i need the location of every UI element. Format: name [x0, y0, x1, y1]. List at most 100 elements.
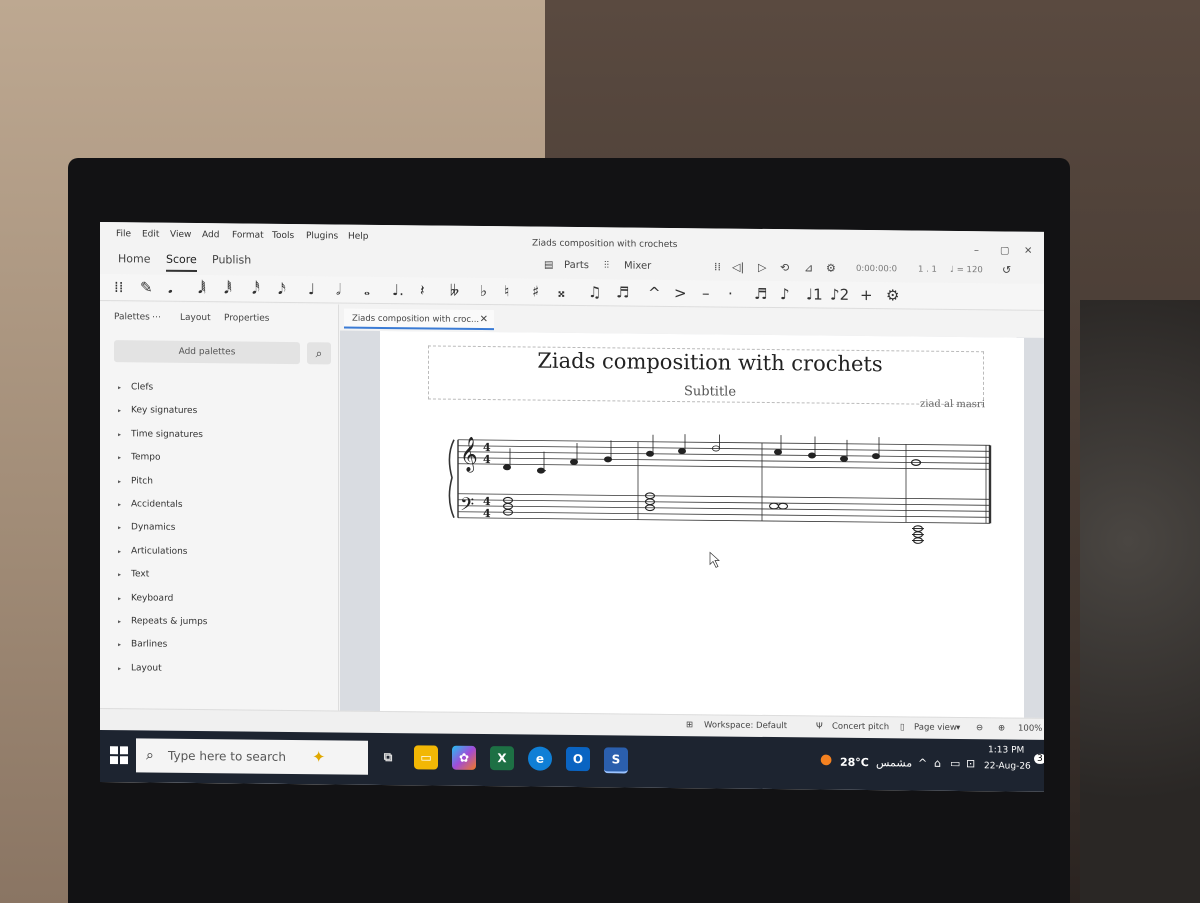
clock-date[interactable]: 22-Aug-26 — [984, 761, 1031, 771]
note-whole-icon[interactable]: 𝅝 — [364, 280, 370, 300]
tab-layout[interactable]: Layout — [180, 313, 211, 323]
double-sharp-icon[interactable]: 𝄪 — [558, 282, 565, 302]
musescore-icon[interactable]: S — [604, 747, 628, 774]
dot-icon[interactable]: ♩. — [392, 280, 404, 300]
add-icon[interactable]: + — [860, 285, 873, 305]
display-icon[interactable]: ⊡ — [966, 757, 975, 770]
note-quarter-icon[interactable]: ♩ — [308, 279, 315, 299]
parts-button[interactable]: Parts — [564, 260, 589, 271]
sharp-icon[interactable]: ♯ — [532, 282, 539, 302]
tuplet-icon[interactable]: ♬ — [754, 284, 767, 304]
menu-plugins[interactable]: Plugins — [306, 231, 338, 241]
menu-edit[interactable]: Edit — [142, 229, 159, 239]
play-icon[interactable]: ▷ — [758, 261, 766, 274]
score-composer[interactable]: ziad al masri — [920, 399, 985, 411]
flip-icon[interactable]: ♪ — [780, 284, 790, 304]
note-16th-icon[interactable]: 𝅘𝅥𝅰 — [252, 279, 260, 299]
double-flat-icon[interactable]: 𝄫 — [450, 281, 459, 301]
zoom-in-icon[interactable]: ⊕ — [998, 723, 1005, 733]
workspace-selector[interactable]: Workspace: Default — [704, 720, 787, 731]
staccato-icon[interactable]: · — [728, 284, 733, 304]
tenuto-icon[interactable]: – — [702, 283, 710, 303]
outlook-icon[interactable]: O — [566, 746, 590, 772]
windows-start-icon[interactable] — [110, 746, 128, 765]
toolbar-settings-icon[interactable]: ⚙ — [886, 285, 899, 305]
menu-add[interactable]: Add — [202, 230, 219, 240]
palette-item[interactable]: ▸ Pitch — [118, 476, 153, 486]
undo-icon[interactable]: ↺ — [1002, 263, 1011, 276]
task-view-icon[interactable]: ⧉ — [376, 745, 400, 769]
add-palettes-button[interactable]: Add palettes — [114, 340, 300, 365]
flat-icon[interactable]: ♭ — [480, 281, 487, 301]
metronome-icon[interactable]: ⊿ — [804, 261, 813, 274]
taskbar-search[interactable]: ⌕ Type here to search ✦ — [136, 738, 368, 775]
score-tab[interactable]: Ziads composition with croc... ✕ — [344, 308, 494, 331]
close-button[interactable]: ✕ — [1024, 246, 1032, 257]
menu-file[interactable]: File — [116, 229, 131, 239]
network-icon[interactable]: ⌂ — [934, 757, 941, 770]
notifications-badge[interactable]: 3 — [1034, 753, 1044, 764]
file-explorer-icon[interactable]: ▭ — [414, 745, 438, 770]
weather-label[interactable]: مشمس — [876, 756, 912, 769]
accent-icon[interactable]: > — [674, 283, 687, 303]
palette-item[interactable]: ▸ Keyboard — [118, 593, 173, 603]
clock-time[interactable]: 1:13 PM — [988, 745, 1024, 755]
palette-item[interactable]: ▸ Time signatures — [118, 429, 203, 440]
score-staves[interactable]: 𝄞 𝄢 4 4 4 4 — [380, 430, 1024, 638]
tab-home[interactable]: Home — [118, 252, 150, 265]
edit-pencil-icon[interactable]: ✎ — [140, 277, 153, 297]
palette-item[interactable]: ▸ Clefs — [118, 382, 153, 392]
close-tab-icon[interactable]: ✕ — [480, 310, 488, 330]
search-icon[interactable]: ⌕ — [307, 342, 331, 365]
drag-handle-icon[interactable]: ⁞⁞ — [714, 260, 721, 273]
edge-icon[interactable]: e — [528, 746, 552, 771]
menu-help[interactable]: Help — [348, 232, 369, 242]
rest-icon[interactable]: 𝄽 — [420, 280, 425, 300]
loop-icon[interactable]: ⟲ — [780, 261, 789, 274]
natural-icon[interactable]: ♮ — [504, 281, 509, 301]
palette-item[interactable]: ▸ Tempo — [118, 452, 161, 463]
minimize-button[interactable]: – — [974, 245, 979, 256]
voice-1-icon[interactable]: ♩1 — [806, 284, 823, 304]
copilot-icon[interactable]: ✿ — [452, 745, 476, 770]
tab-score[interactable]: Score — [166, 252, 197, 273]
palette-item[interactable]: ▸ Barlines — [118, 640, 167, 650]
rewind-icon[interactable]: ◁| — [732, 261, 744, 274]
menu-view[interactable]: View — [170, 230, 191, 240]
palette-item[interactable]: ▸ Layout — [118, 663, 162, 673]
menu-tools[interactable]: Tools — [272, 231, 294, 241]
chevron-up-icon[interactable]: ^ — [918, 757, 927, 770]
weather-temp[interactable]: 28°C — [840, 756, 869, 769]
view-mode-dropdown[interactable]: Page view — [914, 723, 957, 733]
zoom-level[interactable]: 100% — [1018, 724, 1042, 734]
note-64th-icon[interactable]: 𝅘𝅥𝅲 — [198, 278, 206, 298]
tab-publish[interactable]: Publish — [212, 253, 251, 266]
sparkle-icon[interactable]: ✦ — [312, 740, 325, 774]
palettes-menu-icon[interactable]: ⋯ — [152, 313, 161, 323]
marcato-icon[interactable]: ^ — [648, 283, 661, 303]
menu-format[interactable]: Format — [232, 230, 264, 240]
drag-handle-icon[interactable]: ⁞⁞ — [114, 277, 124, 297]
palette-item[interactable]: ▸ Key signatures — [118, 406, 197, 417]
note-eighth-icon[interactable]: 𝅘𝅥𝅯 — [278, 279, 286, 299]
palette-item[interactable]: ▸ Accidentals — [118, 499, 183, 510]
excel-icon[interactable]: X — [490, 746, 514, 771]
palette-item[interactable]: ▸ Dynamics — [118, 523, 175, 533]
note-32nd-icon[interactable]: 𝅘𝅥𝅱 — [224, 278, 232, 298]
battery-icon[interactable]: ▭ — [950, 757, 960, 770]
default-note-icon[interactable]: 𝅘 — [168, 278, 173, 298]
weather-icon[interactable]: ● — [820, 752, 832, 768]
voice-2-icon[interactable]: ♪2 — [830, 285, 849, 305]
tab-palettes[interactable]: Palettes — [114, 312, 150, 322]
palette-item[interactable]: ▸ Repeats & jumps — [118, 616, 208, 627]
tab-properties[interactable]: Properties — [224, 313, 269, 323]
palette-item[interactable]: ▸ Articulations — [118, 546, 188, 557]
note-half-icon[interactable]: 𝅗𝅥 — [336, 279, 341, 299]
palette-item[interactable]: ▸ Text — [118, 569, 149, 580]
mixer-button[interactable]: Mixer — [624, 260, 651, 271]
concert-pitch-toggle[interactable]: Concert pitch — [832, 722, 889, 733]
maximize-button[interactable]: ▢ — [1000, 245, 1009, 256]
playback-settings-icon[interactable]: ⚙ — [826, 262, 836, 275]
slur-icon[interactable]: ♬ — [616, 282, 629, 302]
score-page[interactable]: Ziads composition with crochets Subtitle… — [380, 330, 1024, 720]
